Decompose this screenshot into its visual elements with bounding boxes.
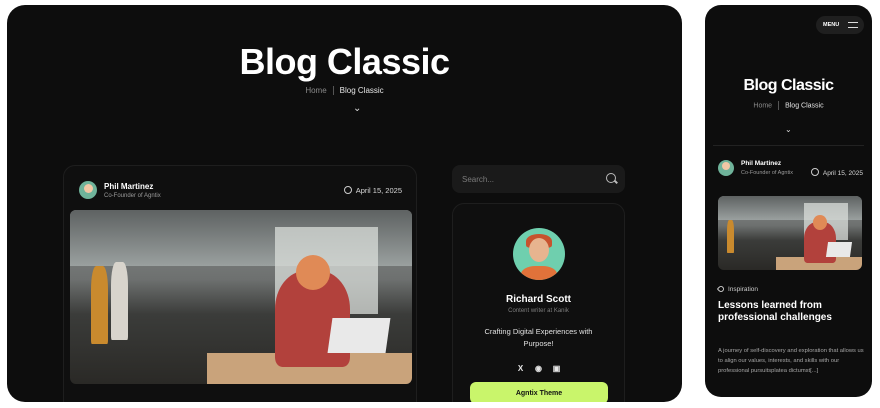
desktop-preview: Blog Classic Home Blog Classic ⌄ Phil Mar… xyxy=(7,5,682,402)
post-image[interactable] xyxy=(70,210,412,384)
divider xyxy=(713,145,864,146)
agntix-theme-button[interactable]: Agntix Theme xyxy=(470,382,608,402)
post-card: Phil Martinez Co-Founder of Agntix April… xyxy=(63,165,417,402)
hamburger-icon xyxy=(848,22,858,28)
post-date: April 15, 2025 xyxy=(810,168,863,177)
chevron-down-icon[interactable]: ⌄ xyxy=(785,125,792,134)
post-tag-label: Inspiration xyxy=(728,286,758,293)
page-title: Blog Classic xyxy=(239,41,450,82)
breadcrumb: Home Blog Classic xyxy=(7,86,682,96)
profile-name: Richard Scott xyxy=(505,294,571,305)
post-image[interactable] xyxy=(718,196,862,270)
breadcrumb-home[interactable]: Home xyxy=(305,86,326,95)
author-role: Co-Founder of Agntix xyxy=(741,170,793,176)
author-role: Co-Founder of Agntix xyxy=(104,193,161,199)
post-excerpt: A journey of self-discovery and explorat… xyxy=(718,348,864,374)
clock-icon xyxy=(343,186,352,194)
profile-role: Content writer at Kanik xyxy=(508,308,569,314)
photo-head xyxy=(295,255,330,291)
author-name[interactable]: Phil Martinez xyxy=(741,160,781,167)
chevron-down-icon[interactable]: ⌄ xyxy=(353,103,361,114)
author-avatar xyxy=(79,181,97,199)
photo-person xyxy=(90,265,108,344)
breadcrumb-current: Blog Classic xyxy=(785,102,824,110)
post-date: April 15, 2025 xyxy=(343,186,402,195)
instagram-icon[interactable]: ▣ xyxy=(552,364,562,373)
social-links: X ◉ ▣ xyxy=(453,358,624,376)
tag-icon xyxy=(716,284,726,294)
post-date-text: April 15, 2025 xyxy=(822,170,863,177)
photo-person xyxy=(726,219,734,253)
clock-icon xyxy=(810,168,819,176)
breadcrumb-separator xyxy=(778,101,780,110)
breadcrumb-separator xyxy=(332,86,334,96)
avatar-face xyxy=(529,238,549,262)
post-tag[interactable]: Inspiration xyxy=(716,284,758,294)
menu-label: MENU xyxy=(823,22,840,28)
x-icon[interactable]: X xyxy=(516,364,526,373)
breadcrumb-home[interactable]: Home xyxy=(753,102,772,109)
search-box xyxy=(452,165,625,193)
profile-bio: Crafting Digital Experiences with Purpos… xyxy=(484,327,593,348)
avatar-body xyxy=(521,266,557,280)
page-title: Blog Classic xyxy=(743,77,834,94)
breadcrumb-current: Blog Classic xyxy=(339,86,384,95)
post-date-text: April 15, 2025 xyxy=(355,186,402,195)
post-title[interactable]: Lessons learned from professional challe… xyxy=(718,300,858,324)
photo-laptop xyxy=(826,241,853,257)
author-avatar xyxy=(718,160,734,176)
author-name[interactable]: Phil Martinez xyxy=(104,182,153,191)
photo-laptop xyxy=(327,317,391,353)
menu-button[interactable]: MENU xyxy=(816,16,864,34)
author-profile-card: Richard Scott Content writer at Kanik Cr… xyxy=(452,203,625,402)
breadcrumb: Home Blog Classic xyxy=(705,101,872,110)
avatar xyxy=(513,228,565,280)
search-icon[interactable] xyxy=(606,173,616,183)
mobile-preview: MENU Blog Classic Home Blog Classic ⌄ Phi… xyxy=(705,5,872,397)
search-input[interactable] xyxy=(452,165,592,193)
photo-person xyxy=(111,262,129,341)
dribbble-icon[interactable]: ◉ xyxy=(534,364,544,373)
